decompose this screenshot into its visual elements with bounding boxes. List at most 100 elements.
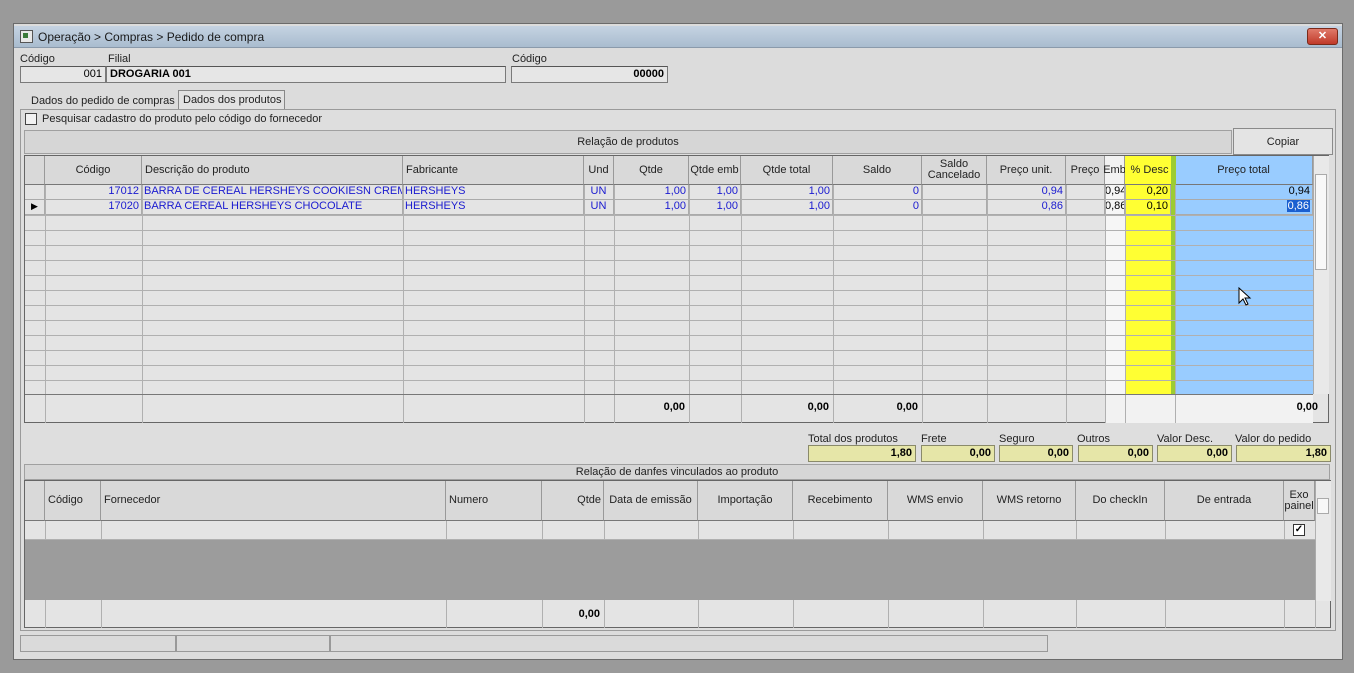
cell-preco[interactable]	[1066, 200, 1105, 215]
row-indicator-header	[25, 156, 45, 185]
col-preco[interactable]: Preço	[1066, 156, 1105, 185]
col-und[interactable]: Und	[584, 156, 614, 185]
col-emb[interactable]: Emb	[1103, 156, 1126, 185]
col-codigo[interactable]: Código	[45, 156, 142, 185]
cell-desc[interactable]: 0,20	[1125, 185, 1171, 200]
cell-codigo[interactable]: 17012	[45, 185, 142, 200]
cell-descricao[interactable]: BARRA CEREAL HERSHEYS CHOCOLATE	[142, 200, 403, 215]
cell-descricao[interactable]: BARRA DE CEREAL HERSHEYS COOKIESN CREME	[142, 185, 403, 200]
danfe-column-line	[888, 521, 889, 540]
grid-column-line	[689, 185, 690, 423]
codigo2-label: Código	[512, 53, 547, 65]
status-cell-3	[330, 635, 1048, 652]
col-preco-unit[interactable]: Preço unit.	[987, 156, 1066, 185]
cell-preco[interactable]	[1066, 185, 1105, 200]
danfe-column-line	[1076, 521, 1077, 540]
cell-und[interactable]: UN	[584, 200, 614, 215]
cell-saldo[interactable]: 0	[833, 185, 922, 200]
grid-column-line	[987, 185, 988, 423]
cell-saldo[interactable]: 0	[833, 200, 922, 215]
total-produtos-field[interactable]: 1,80	[808, 445, 916, 462]
danfe-col-data-emissao[interactable]: Data de emissão	[604, 481, 698, 521]
danfe-column-line	[1165, 521, 1166, 540]
frete-field[interactable]: 0,00	[921, 445, 995, 462]
seguro-field[interactable]: 0,00	[999, 445, 1073, 462]
cell-saldo-cancelado[interactable]	[922, 200, 987, 215]
cell-preco-total[interactable]: 0,94	[1176, 185, 1313, 200]
grid-column-line	[584, 185, 585, 423]
cell-qtde-total[interactable]: 1,00	[741, 185, 833, 200]
cell-emb[interactable]: 0,94	[1103, 185, 1125, 200]
col-desc[interactable]: % Desc	[1125, 156, 1175, 185]
grid-column-line	[1175, 185, 1176, 423]
grid-column-line	[614, 185, 615, 423]
copy-button[interactable]: Copiar	[1233, 128, 1333, 155]
row-indicator[interactable]	[25, 185, 45, 200]
col-fabricante[interactable]: Fabricante	[403, 156, 584, 185]
cell-qtde[interactable]: 1,00	[614, 200, 689, 215]
danfe-col-exo-painel[interactable]: Exo painel	[1284, 481, 1315, 521]
cell-preco-total[interactable]: 0,86	[1176, 200, 1313, 215]
codigo-label: Código	[20, 53, 55, 65]
filial-field[interactable]: DROGARIA 001	[106, 66, 506, 83]
tab-dados-produtos[interactable]: Dados dos produtos	[178, 90, 285, 109]
col-preco-total[interactable]: Preço total	[1175, 156, 1313, 185]
outros-field[interactable]: 0,00	[1078, 445, 1153, 462]
col-saldo-cancelado[interactable]: Saldo Cancelado	[922, 156, 987, 185]
danfe-col-qtde[interactable]: Qtde	[542, 481, 604, 521]
danfes-scrollbar-thumb[interactable]	[1317, 498, 1329, 514]
danfe-col-de-entrada[interactable]: De entrada	[1165, 481, 1284, 521]
valor-desc-field[interactable]: 0,00	[1157, 445, 1232, 462]
cell-preco-unit[interactable]: 0,94	[987, 185, 1066, 200]
cell-preco-unit[interactable]: 0,86	[987, 200, 1066, 215]
danfe-col-recebimento[interactable]: Recebimento	[793, 481, 888, 521]
codigo-field[interactable]: 001	[20, 66, 106, 83]
cell-fabricante[interactable]: HERSHEYS	[403, 200, 584, 215]
danfe-col-importacao[interactable]: Importação	[698, 481, 793, 521]
exo-painel-checkbox-icon[interactable]: ✓	[1293, 524, 1305, 536]
danfes-section-title: Relação de danfes vinculados ao produto	[24, 464, 1330, 480]
cell-qtde-emb[interactable]: 1,00	[689, 200, 741, 215]
danfe-col-wms-envio[interactable]: WMS envio	[888, 481, 983, 521]
danfe-col-codigo[interactable]: Código	[45, 481, 101, 521]
cell-qtde-emb[interactable]: 1,00	[689, 185, 741, 200]
cell-codigo[interactable]: 17020	[45, 200, 142, 215]
grid-column-line	[45, 185, 46, 423]
cell-und[interactable]: UN	[584, 185, 614, 200]
cell-emb[interactable]: 0,86	[1103, 200, 1125, 215]
grid-column-line	[922, 185, 923, 423]
grid-column-line	[1066, 185, 1067, 423]
current-row-arrow-icon[interactable]: ▶	[25, 200, 45, 215]
danfe-col-numero[interactable]: Numero	[446, 481, 542, 521]
grid-column-line	[403, 185, 404, 423]
col-descricao[interactable]: Descrição do produto	[142, 156, 403, 185]
cell-saldo-cancelado[interactable]	[922, 185, 987, 200]
danfe-col-wms-retorno[interactable]: WMS retorno	[983, 481, 1076, 521]
status-cell-2	[176, 635, 330, 652]
grid-row-line	[25, 305, 1313, 306]
col-qtde-total[interactable]: Qtde total	[741, 156, 833, 185]
cell-qtde-total[interactable]: 1,00	[741, 200, 833, 215]
app-icon	[20, 30, 33, 43]
close-button[interactable]: ✕	[1307, 28, 1338, 45]
grid-column-line	[1125, 185, 1126, 423]
products-scrollbar-thumb[interactable]	[1315, 174, 1327, 270]
cell-preco-total-selected[interactable]: 0,86	[1286, 200, 1310, 212]
col-qtde[interactable]: Qtde	[614, 156, 689, 185]
filial-label: Filial	[108, 53, 131, 65]
codigo2-field[interactable]: 00000	[511, 66, 668, 83]
danfe-col-do-checkin[interactable]: Do checkIn	[1076, 481, 1165, 521]
cell-desc[interactable]: 0,10	[1125, 200, 1171, 215]
cell-qtde[interactable]: 1,00	[614, 185, 689, 200]
valor-pedido-field[interactable]: 1,80	[1236, 445, 1331, 462]
col-saldo[interactable]: Saldo	[833, 156, 922, 185]
grid-row-line	[25, 230, 1313, 231]
search-supplier-code-checkbox[interactable]	[25, 113, 37, 125]
total-preco-total: 0,00	[1296, 401, 1318, 413]
seguro-label: Seguro	[999, 433, 1035, 445]
cell-fabricante[interactable]: HERSHEYS	[403, 185, 584, 200]
danfe-column-line	[793, 521, 794, 540]
danfe-col-fornecedor[interactable]: Fornecedor	[101, 481, 446, 521]
col-qtde-emb[interactable]: Qtde emb	[689, 156, 741, 185]
danfe-column-line	[101, 521, 102, 540]
